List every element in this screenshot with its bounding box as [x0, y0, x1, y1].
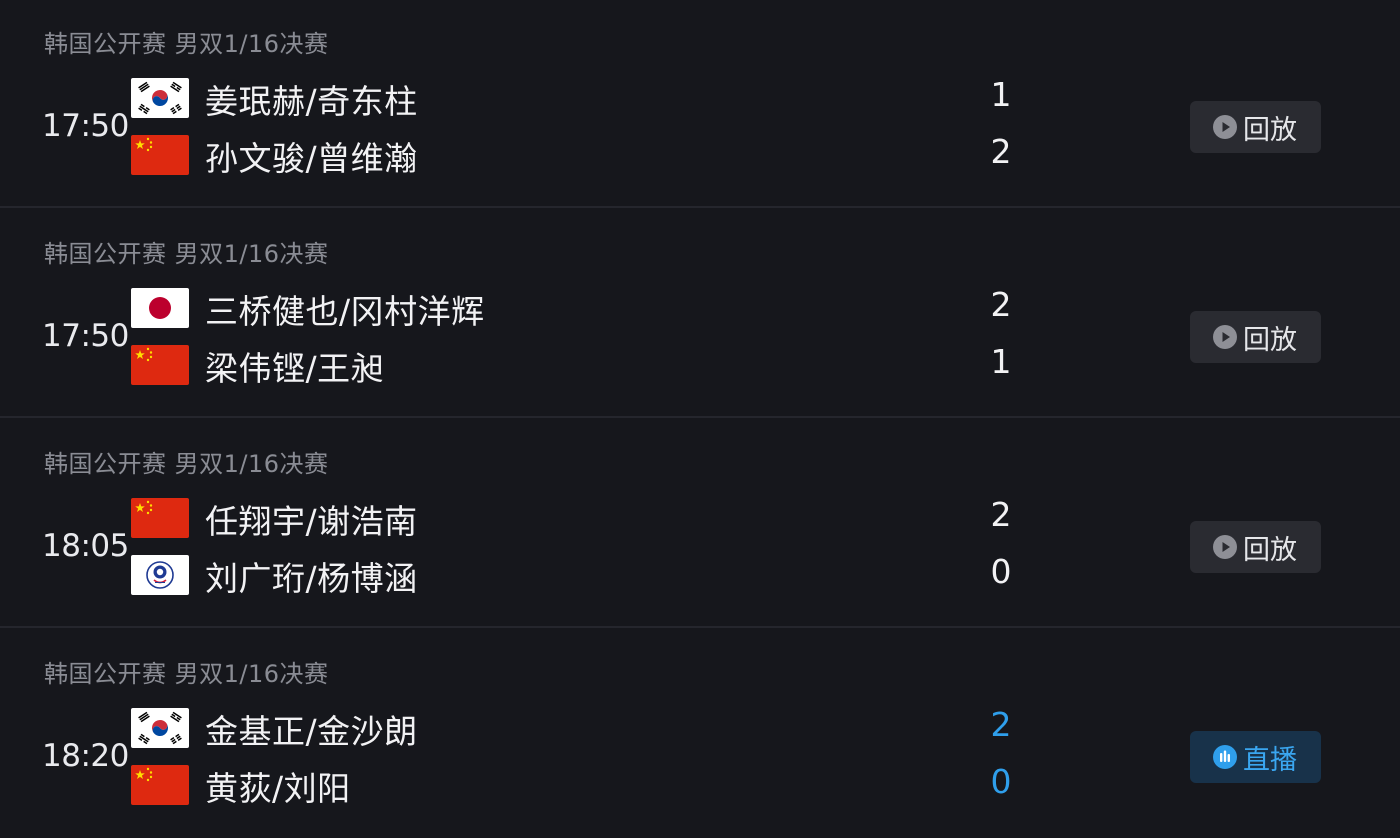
match-card[interactable]: 韩国公开赛 男双1/16决赛 17:50 三桥健也/冈村洋辉 2 梁伟铿/王昶 …: [0, 210, 1400, 418]
team-names: 三桥健也/冈村洋辉: [205, 292, 485, 331]
team-score: 1: [990, 75, 1012, 114]
team-row: 金基正/金沙朗 2: [131, 705, 1031, 751]
team-score: 2: [990, 705, 1012, 744]
team-names: 任翔宇/谢浩南: [205, 502, 418, 541]
team-names: 姜珉赫/奇东柱: [205, 82, 418, 121]
match-card[interactable]: 韩国公开赛 男双1/16决赛 18:05 任翔宇/谢浩南 2 刘广珩/杨博涵 0…: [0, 420, 1400, 628]
event-title: 韩国公开赛 男双1/16决赛: [44, 30, 329, 58]
event-title: 韩国公开赛 男双1/16决赛: [44, 240, 329, 268]
event-title: 韩国公开赛 男双1/16决赛: [44, 660, 329, 688]
korea-flag-icon: [131, 708, 189, 748]
replay-button[interactable]: 回放: [1190, 101, 1321, 153]
team-names: 刘广珩/杨博涵: [205, 559, 418, 598]
match-time: 18:05: [42, 528, 129, 564]
korea-flag-icon: [131, 78, 189, 118]
team-names: 金基正/金沙朗: [205, 712, 418, 751]
team-row: 任翔宇/谢浩南 2: [131, 495, 1031, 541]
replay-button-label: 回放: [1243, 114, 1297, 146]
team-row: 刘广珩/杨博涵 0: [131, 552, 1031, 598]
live-bars-icon: [1213, 745, 1237, 769]
play-icon: [1213, 325, 1237, 349]
team-row: 黄荻/刘阳 0: [131, 762, 1031, 808]
team-names: 黄荻/刘阳: [205, 769, 351, 808]
match-time: 17:50: [42, 108, 129, 144]
match-card[interactable]: 韩国公开赛 男双1/16决赛 17:50 姜珉赫/奇东柱 1 孙文骏/曾维瀚 2…: [0, 0, 1400, 208]
team-row: 梁伟铿/王昶 1: [131, 342, 1031, 388]
team-score: 1: [990, 342, 1012, 381]
team-score: 0: [990, 762, 1012, 801]
replay-button[interactable]: 回放: [1190, 311, 1321, 363]
match-card[interactable]: 韩国公开赛 男双1/16决赛 18:20 金基正/金沙朗 2 黄荻/刘阳 0 直…: [0, 630, 1400, 838]
match-time: 17:50: [42, 318, 129, 354]
team-score: 2: [990, 132, 1012, 171]
china-flag-icon: [131, 345, 189, 385]
live-button[interactable]: 直播: [1190, 731, 1321, 783]
japan-flag-icon: [131, 288, 189, 328]
china-flag-icon: [131, 498, 189, 538]
team-names: 梁伟铿/王昶: [205, 349, 385, 388]
match-list: 韩国公开赛 男双1/16决赛 17:50 姜珉赫/奇东柱 1 孙文骏/曾维瀚 2…: [0, 0, 1400, 838]
china-flag-icon: [131, 765, 189, 805]
china-flag-icon: [131, 135, 189, 175]
team-score: 2: [990, 285, 1012, 324]
play-icon: [1213, 535, 1237, 559]
team-row: 孙文骏/曾维瀚 2: [131, 132, 1031, 178]
team-score: 2: [990, 495, 1012, 534]
replay-button-label: 回放: [1243, 534, 1297, 566]
team-row: 姜珉赫/奇东柱 1: [131, 75, 1031, 121]
live-button-label: 直播: [1243, 744, 1297, 776]
event-title: 韩国公开赛 男双1/16决赛: [44, 450, 329, 478]
replay-button-label: 回放: [1243, 324, 1297, 356]
chinese-taipei-flag-icon: [131, 555, 189, 595]
match-time: 18:20: [42, 738, 129, 774]
replay-button[interactable]: 回放: [1190, 521, 1321, 573]
team-row: 三桥健也/冈村洋辉 2: [131, 285, 1031, 331]
team-score: 0: [990, 552, 1012, 591]
team-names: 孙文骏/曾维瀚: [205, 139, 418, 178]
play-icon: [1213, 115, 1237, 139]
